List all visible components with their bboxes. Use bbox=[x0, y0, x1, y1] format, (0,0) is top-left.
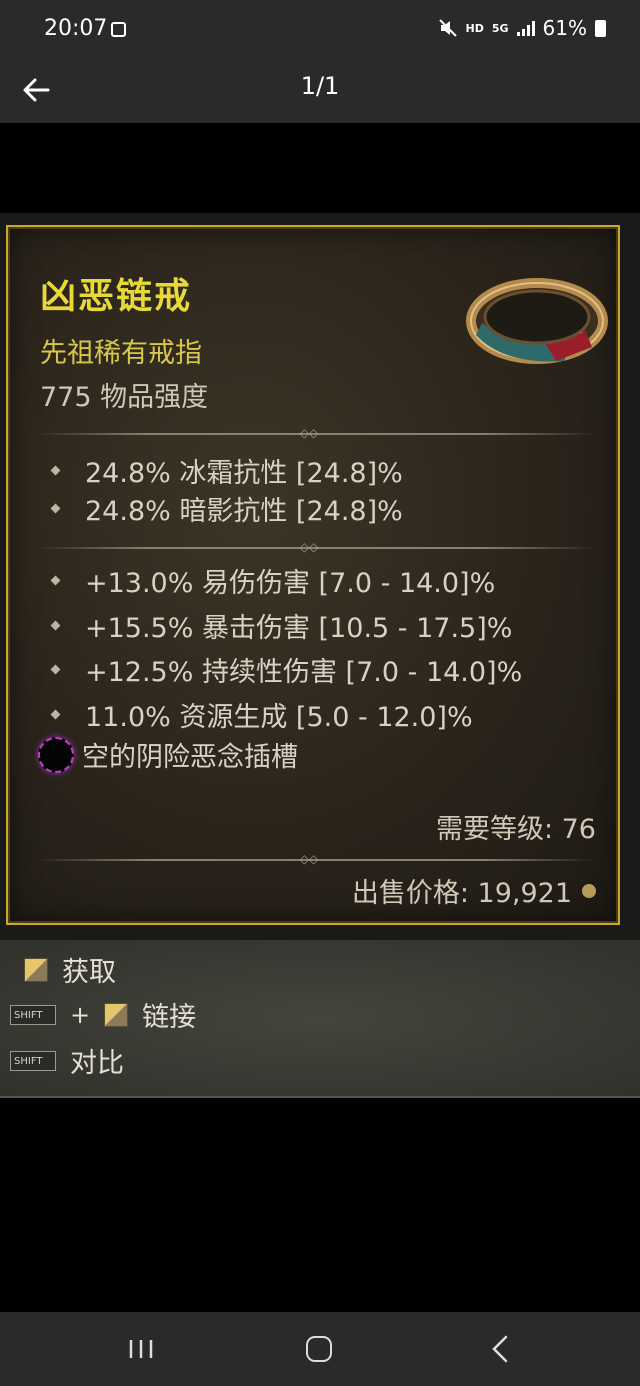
battery-percent: 61% bbox=[542, 16, 587, 40]
mouse-click-icon bbox=[104, 1002, 129, 1027]
shift-key-icon: SHIFT bbox=[10, 1050, 56, 1071]
socket-row: 空的阴险恶念插槽 bbox=[38, 735, 298, 774]
action-link[interactable]: SHIFT + 链接 bbox=[10, 995, 196, 1034]
home-icon[interactable] bbox=[306, 1336, 332, 1362]
bullet-icon bbox=[50, 664, 61, 675]
action-acquire[interactable]: 获取 bbox=[10, 950, 116, 989]
bullet-icon bbox=[50, 575, 61, 586]
item-power: 775 物品强度 bbox=[40, 382, 209, 413]
bullet-icon bbox=[50, 709, 61, 720]
bullet-icon bbox=[50, 465, 61, 476]
navigation-bar bbox=[0, 1312, 640, 1386]
empty-socket-icon bbox=[38, 736, 74, 773]
nav-back-icon[interactable] bbox=[488, 1334, 512, 1364]
status-time: 20:07 bbox=[44, 16, 108, 41]
implicit-stat: 24.8% 暗影抗性 [24.8]% bbox=[48, 489, 403, 528]
app-bar: 1/1 bbox=[0, 60, 640, 123]
affix-stat: +15.5% 暴击伤害 [10.5 - 17.5]% bbox=[48, 606, 512, 645]
item-tooltip: 凶恶链戒 先祖稀有戒指 775 物品强度 ◇◇ 24.8% 冰霜抗性 [24.8… bbox=[6, 225, 620, 925]
action-hints: 获取 SHIFT + 链接 SHIFT 对比 bbox=[0, 940, 640, 1098]
plus-sign: + bbox=[70, 1000, 91, 1029]
implicit-stat: 24.8% 冰霜抗性 [24.8]% bbox=[48, 451, 403, 490]
affix-stat: +13.0% 易伤伤害 [7.0 - 14.0]% bbox=[48, 561, 495, 600]
mute-icon bbox=[438, 19, 457, 37]
divider-ornament-icon: ◇◇ bbox=[299, 540, 319, 554]
bullet-icon bbox=[50, 503, 61, 514]
mouse-click-icon bbox=[24, 957, 48, 982]
bullet-icon bbox=[50, 620, 61, 631]
status-bar: 20:07 HD 5G 61% bbox=[0, 0, 640, 60]
gold-coin-icon bbox=[582, 883, 596, 898]
item-type: 先祖稀有戒指 bbox=[40, 338, 202, 369]
status-indicators: HD 5G 61% bbox=[438, 16, 606, 40]
required-level: 需要等级: 76 bbox=[435, 814, 596, 845]
ring-icon bbox=[466, 278, 608, 364]
battery-icon bbox=[595, 19, 606, 37]
hd-indicator: HD bbox=[465, 21, 484, 35]
shift-key-icon: SHIFT bbox=[10, 1004, 56, 1025]
alarm-icon bbox=[111, 22, 126, 37]
page-counter: 1/1 bbox=[300, 72, 340, 100]
network-5g-indicator: 5G bbox=[491, 21, 509, 35]
recent-apps-icon[interactable] bbox=[128, 1338, 154, 1360]
divider-ornament-icon: ◇◇ bbox=[299, 852, 319, 866]
signal-icon bbox=[516, 20, 535, 36]
sell-price: 出售价格: 19,921 bbox=[352, 871, 596, 910]
affix-stat: +12.5% 持续性伤害 [7.0 - 14.0]% bbox=[48, 650, 522, 689]
affix-stat: 11.0% 资源生成 [5.0 - 12.0]% bbox=[48, 695, 473, 734]
divider-ornament-icon: ◇◇ bbox=[299, 426, 319, 440]
action-compare[interactable]: SHIFT 对比 bbox=[10, 1041, 124, 1080]
item-name: 凶恶链戒 bbox=[40, 275, 193, 317]
